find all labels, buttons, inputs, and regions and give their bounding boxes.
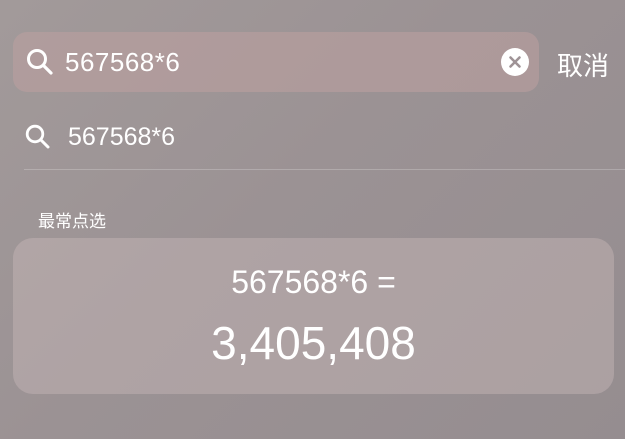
section-title: 最常点选 bbox=[38, 212, 106, 232]
search-input[interactable]: 567568*6 bbox=[65, 47, 501, 78]
divider bbox=[24, 169, 625, 170]
calculation-result: 3,405,408 bbox=[211, 317, 416, 369]
calculator-result-card[interactable]: 567568*6 = 3,405,408 bbox=[13, 238, 614, 394]
search-suggestion[interactable]: 567568*6 bbox=[24, 112, 614, 162]
search-field[interactable]: 567568*6 bbox=[13, 32, 539, 92]
suggestion-text: 567568*6 bbox=[68, 122, 176, 151]
search-bar: 567568*6 取消 bbox=[13, 32, 613, 92]
search-icon bbox=[24, 123, 52, 151]
search-icon bbox=[25, 47, 55, 77]
clear-icon[interactable] bbox=[501, 48, 529, 76]
calculation-expression: 567568*6 = bbox=[231, 264, 396, 300]
cancel-button[interactable]: 取消 bbox=[557, 46, 609, 83]
